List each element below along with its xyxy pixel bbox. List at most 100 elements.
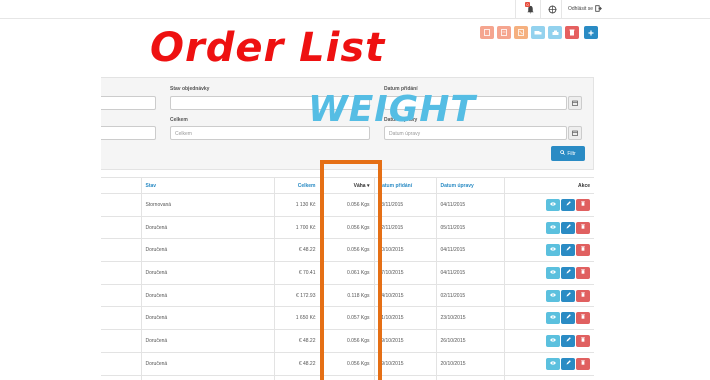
edit-order-button[interactable]	[561, 312, 575, 325]
column-action: Akce	[504, 177, 594, 194]
trash-icon	[581, 269, 585, 276]
cell-total: € 172.93	[274, 283, 321, 307]
view-order-button[interactable]	[546, 221, 560, 234]
calendar-icon[interactable]	[568, 126, 582, 140]
eye-icon	[550, 315, 556, 321]
cell-customer	[101, 193, 142, 217]
view-order-button[interactable]	[546, 357, 560, 370]
eye-icon	[550, 247, 556, 253]
view-order-button[interactable]	[546, 312, 560, 325]
cell-total: 1 650 Kč	[274, 306, 321, 330]
divider	[561, 0, 562, 19]
cell-total: 2 200 Kč	[274, 374, 321, 380]
shipping-button[interactable]	[531, 26, 545, 39]
edit-order-button[interactable]	[561, 266, 575, 279]
export-pdf-button[interactable]	[480, 26, 494, 39]
trash-icon	[581, 223, 585, 231]
print-button[interactable]	[548, 26, 562, 39]
pencil-icon	[566, 291, 571, 299]
pencil-icon	[566, 314, 571, 321]
cell-date-added: 02/11/2015	[374, 215, 437, 239]
cell-customer	[101, 306, 142, 330]
trash-icon	[581, 201, 585, 208]
cell-date-modified: 04/11/2015	[436, 261, 505, 285]
edit-order-button[interactable]	[561, 289, 575, 302]
view-order-button[interactable]	[546, 334, 560, 347]
export-doc-button[interactable]	[497, 26, 511, 39]
calendar-icon[interactable]	[568, 96, 582, 110]
cell-date-added: 19/10/2015	[374, 351, 437, 375]
cell-date-added: 18/10/2015	[374, 374, 437, 380]
view-order-button[interactable]	[546, 244, 560, 257]
delete-order-button[interactable]	[576, 198, 590, 211]
cell-actions	[504, 283, 594, 307]
edit-order-button[interactable]	[561, 221, 575, 234]
cell-date-added: 03/11/2015	[374, 193, 437, 217]
top-navigation-bar: 0 Odhlásit se	[0, 0, 710, 19]
pencil-icon	[566, 223, 571, 231]
delete-order-button[interactable]	[576, 289, 590, 302]
cell-status: Doručená	[141, 238, 275, 262]
cell-date-modified: 23/10/2015	[436, 306, 505, 330]
cell-date-modified: 04/11/2015	[436, 238, 505, 262]
cell-customer	[101, 374, 142, 380]
trash-icon	[581, 314, 585, 321]
view-order-button[interactable]	[546, 198, 560, 211]
delete-order-button[interactable]	[576, 357, 590, 370]
cell-status: Doručená	[141, 215, 275, 239]
add-order-button[interactable]	[584, 26, 598, 39]
column-total[interactable]: Celkem	[274, 177, 321, 194]
cell-status: Doručená	[141, 261, 275, 285]
delete-order-button[interactable]	[576, 334, 590, 347]
cell-status: Doručená	[141, 283, 275, 307]
logout-icon[interactable]	[595, 5, 602, 14]
edit-order-button[interactable]	[561, 244, 575, 257]
delete-order-button[interactable]	[576, 312, 590, 325]
eye-icon	[550, 361, 556, 367]
trash-icon	[581, 337, 585, 344]
trash-icon	[581, 291, 585, 299]
search-icon	[560, 150, 566, 157]
cell-date-added: 24/10/2015	[374, 283, 437, 307]
column-date-modified[interactable]: Datum úpravy	[436, 177, 505, 194]
logout-link[interactable]: Odhlásit se	[568, 6, 593, 12]
delete-order-button[interactable]	[576, 221, 590, 234]
cell-date-modified: 26/10/2015	[436, 329, 505, 353]
cell-customer	[101, 238, 142, 262]
edit-order-button[interactable]	[561, 334, 575, 347]
cell-date-added: 27/10/2015	[374, 261, 437, 285]
order-id-field[interactable]	[101, 96, 156, 110]
cell-actions	[504, 351, 594, 375]
column-customer[interactable]	[101, 177, 142, 194]
cell-date-modified: 19/10/2015	[436, 374, 505, 380]
globe-icon[interactable]	[546, 3, 558, 15]
cell-customer	[101, 283, 142, 307]
cell-actions	[504, 193, 594, 217]
edit-order-button[interactable]	[561, 357, 575, 370]
filter-button[interactable]: Filtr	[551, 146, 585, 161]
notification-badge: 0	[525, 2, 530, 7]
view-order-button[interactable]	[546, 289, 560, 302]
cell-date-modified: 04/11/2015	[436, 193, 505, 217]
delete-order-button[interactable]	[576, 244, 590, 257]
trash-icon	[581, 246, 585, 253]
view-order-button[interactable]	[546, 266, 560, 279]
cell-customer	[101, 261, 142, 285]
total-label: Celkem	[170, 117, 188, 123]
delete-order-button[interactable]	[576, 266, 590, 279]
delete-selected-button[interactable]	[565, 26, 579, 39]
cell-actions	[504, 261, 594, 285]
eye-icon	[550, 338, 556, 344]
cell-total: € 48.22	[274, 329, 321, 353]
column-date-added[interactable]: Datum přidání	[374, 177, 437, 194]
cell-status: Stornovaná	[141, 193, 275, 217]
column-status[interactable]: Stav	[141, 177, 275, 194]
cell-total: € 48.22	[274, 351, 321, 375]
order-status-label: Stav objednávky	[170, 86, 210, 92]
export-xls-button[interactable]	[514, 26, 528, 39]
cell-total: 1 130 Kč	[274, 193, 321, 217]
edit-order-button[interactable]	[561, 198, 575, 211]
customer-field[interactable]	[101, 126, 156, 140]
overlay-title: Order List	[150, 25, 386, 71]
cell-actions	[504, 215, 594, 239]
